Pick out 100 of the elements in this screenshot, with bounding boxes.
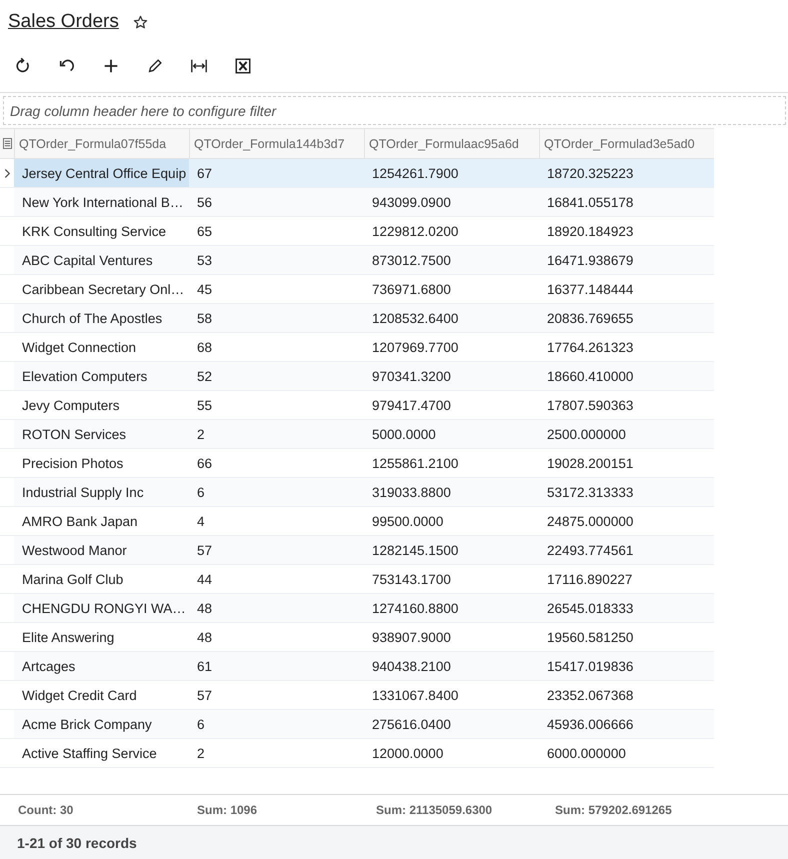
table-cell: 66 xyxy=(197,456,212,470)
table-cell: 18720.325223 xyxy=(547,166,634,180)
table-cell: ABC Capital Ventures xyxy=(22,252,153,268)
table-cell: 58 xyxy=(197,310,212,326)
table-cell: 19560.581250 xyxy=(547,630,634,644)
table-cell: 970341.3200 xyxy=(372,368,451,384)
table-cell: 56 xyxy=(197,194,212,210)
table-cell: 48 xyxy=(197,600,212,616)
table-cell: 22493.774561 xyxy=(547,542,634,558)
table-cell: 873012.7500 xyxy=(372,252,451,268)
table-cell: Industrial Supply Inc xyxy=(22,484,144,500)
pencil-icon xyxy=(146,57,164,75)
summary-value: Sum: 21135059.6300 xyxy=(376,803,492,817)
table-cell: Acme Brick Company xyxy=(22,716,152,732)
table-cell: 23352.067368 xyxy=(547,688,634,702)
table-cell: KRK Consulting Service xyxy=(22,224,166,238)
plus-icon xyxy=(102,57,120,75)
table-cell: 940438.2100 xyxy=(372,658,451,674)
table-row[interactable]: ROTON Services 2 5000.0000 2500.000000 xyxy=(0,420,714,449)
table-cell: 99500.0000 xyxy=(372,514,444,528)
table-row[interactable]: Elevation Computers 52 970341.3200 18660.410000 xyxy=(0,362,714,391)
table-cell: 1254261.7900 xyxy=(372,166,458,180)
table-cell: 5000.0000 xyxy=(372,426,436,442)
table-cell: Caribbean Secretary Onl… xyxy=(22,282,184,296)
table-cell: 6000.000000 xyxy=(547,746,626,760)
table-row[interactable]: Westwood Manor 57 1282145.1500 22493.774561 xyxy=(0,536,714,565)
table-cell: 12000.0000 xyxy=(372,746,444,760)
table-cell: 53172.313333 xyxy=(547,484,634,500)
table-cell: 16841.055178 xyxy=(547,194,634,210)
column-header[interactable]: QTOrder_Formula144b3d7 xyxy=(189,129,364,158)
summary-value: Sum: 1096 xyxy=(197,803,258,817)
table-cell: 45 xyxy=(197,282,212,296)
column-chooser-icon[interactable] xyxy=(2,138,12,149)
table-cell: 20836.769655 xyxy=(547,310,634,326)
table-row[interactable]: Active Staffing Service 2 12000.0000 6000.000000 xyxy=(0,739,714,768)
table-cell: 57 xyxy=(197,688,212,702)
table-cell: 67 xyxy=(197,166,212,180)
table-cell: Elevation Computers xyxy=(22,368,148,384)
table-cell: Westwood Manor xyxy=(22,542,127,558)
table-row[interactable]: CHENGDU RONGYI WA… 48 1274160.8800 26545.018333 xyxy=(0,594,714,623)
table-cell: 55 xyxy=(197,398,212,412)
table-cell: 48 xyxy=(197,630,212,644)
star-icon[interactable] xyxy=(132,14,148,30)
table-cell: 18920.184923 xyxy=(547,224,634,238)
table-cell: 16377.148444 xyxy=(547,282,634,296)
table-cell: 6 xyxy=(197,484,205,500)
table-cell: 65 xyxy=(197,224,212,238)
table-cell: 319033.8800 xyxy=(372,484,451,500)
table-cell: 1331067.8400 xyxy=(372,688,458,702)
table-row[interactable]: Church of The Apostles 58 1208532.6400 20836.769655 xyxy=(0,304,714,333)
fit-width-icon xyxy=(190,57,208,75)
summary-value: Count: 30 xyxy=(18,803,74,817)
table-row[interactable]: Jersey Central Office Equip 67 1254261.7900 18720.325223 xyxy=(0,159,714,188)
table-cell: Jersey Central Office Equip xyxy=(22,166,186,180)
table-cell: 17807.590363 xyxy=(547,398,634,412)
table-cell: 26545.018333 xyxy=(547,600,634,616)
summary-value: Sum: 579202.691265 xyxy=(555,803,672,817)
table-cell: ROTON Services xyxy=(22,426,126,442)
column-header[interactable]: QTOrder_Formulaac95a6d xyxy=(364,129,539,158)
table-cell: 15417.019836 xyxy=(547,658,634,674)
table-cell: 2 xyxy=(197,426,205,442)
table-cell: 45936.006666 xyxy=(547,716,634,732)
table-cell: Church of The Apostles xyxy=(22,310,162,326)
table-row[interactable]: Industrial Supply Inc 6 319033.8800 53172.313333 xyxy=(0,478,714,507)
table-cell: 68 xyxy=(197,340,212,354)
table-cell: 19028.200151 xyxy=(547,456,634,470)
table-cell: 57 xyxy=(197,542,212,558)
table-cell: 1229812.0200 xyxy=(372,224,458,238)
table-cell: Marina Golf Club xyxy=(22,572,124,586)
table-cell: Active Staffing Service xyxy=(22,746,157,760)
table-row[interactable]: New York International B… 56 943099.0900 16841.055178 xyxy=(0,188,714,217)
table-cell: 1208532.6400 xyxy=(372,310,458,326)
column-header[interactable]: QTOrder_Formulad3e5ad0 xyxy=(539,129,714,158)
table-cell: 17116.890227 xyxy=(547,572,632,586)
table-cell: 2500.000000 xyxy=(547,426,626,442)
table-row[interactable]: ABC Capital Ventures 53 873012.7500 16471.938679 xyxy=(0,246,714,275)
table-row[interactable]: Artcages 61 940438.2100 15417.019836 xyxy=(0,652,714,681)
table-cell: Widget Connection xyxy=(22,340,136,354)
table-cell: New York International B… xyxy=(22,194,184,210)
table-cell: 736971.6800 xyxy=(372,282,451,296)
table-cell: 18660.410000 xyxy=(547,368,634,384)
table-cell: 1255861.2100 xyxy=(372,456,458,470)
table-cell: 53 xyxy=(197,252,212,268)
page-title[interactable]: Sales Orders xyxy=(8,11,119,33)
table-cell: 1207969.7700 xyxy=(372,340,458,354)
table-cell: 17764.261323 xyxy=(547,340,634,354)
table-row[interactable]: Acme Brick Company 6 275616.0400 45936.006666 xyxy=(0,710,714,739)
filter-drop-zone[interactable]: Drag column header here to configure filter xyxy=(3,96,786,125)
table-cell: 24875.000000 xyxy=(547,514,634,528)
table-cell: 2 xyxy=(197,746,205,760)
table-cell: 753143.1700 xyxy=(372,572,451,586)
table-cell: 1282145.1500 xyxy=(372,542,458,558)
column-header[interactable]: QTOrder_Formula07f55da xyxy=(14,129,189,158)
table-cell: 275616.0400 xyxy=(372,716,451,732)
table-cell: 943099.0900 xyxy=(372,194,451,210)
table-cell: Jevy Computers xyxy=(22,398,120,412)
table-cell: 1274160.8800 xyxy=(372,600,458,616)
spreadsheet-icon xyxy=(234,57,252,75)
table-cell: 979417.4700 xyxy=(372,398,451,412)
chevron-right-icon xyxy=(4,168,10,178)
